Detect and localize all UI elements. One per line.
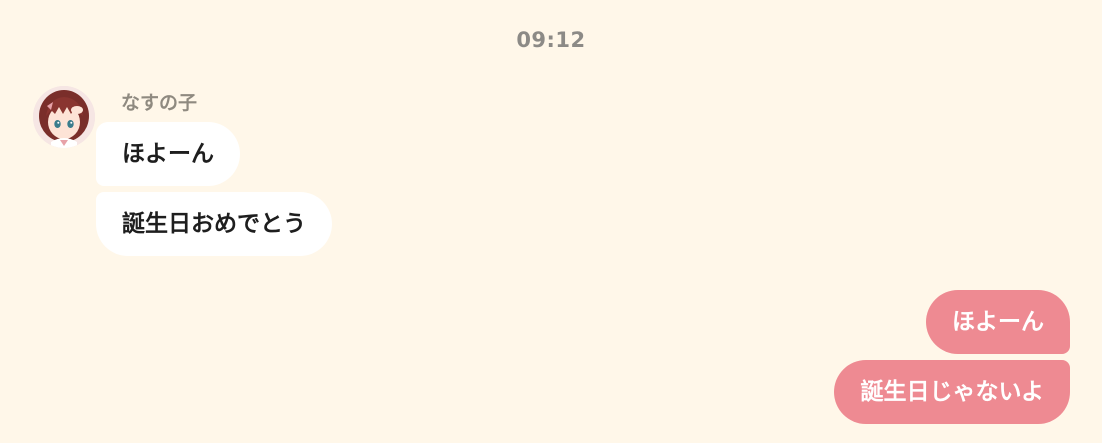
outgoing-message-bubble[interactable]: 誕生日じゃないよ <box>834 360 1070 424</box>
incoming-message-bubble[interactable]: 誕生日おめでとう <box>96 192 332 256</box>
sender-name: なすの子 <box>121 92 198 114</box>
sender-avatar[interactable] <box>33 86 95 148</box>
outgoing-message-bubble[interactable]: ほよーん <box>926 290 1070 354</box>
incoming-message-bubble[interactable]: ほよーん <box>96 122 240 186</box>
message-timestamp: 09:12 <box>516 28 586 52</box>
avatar-girl-icon <box>33 86 95 148</box>
